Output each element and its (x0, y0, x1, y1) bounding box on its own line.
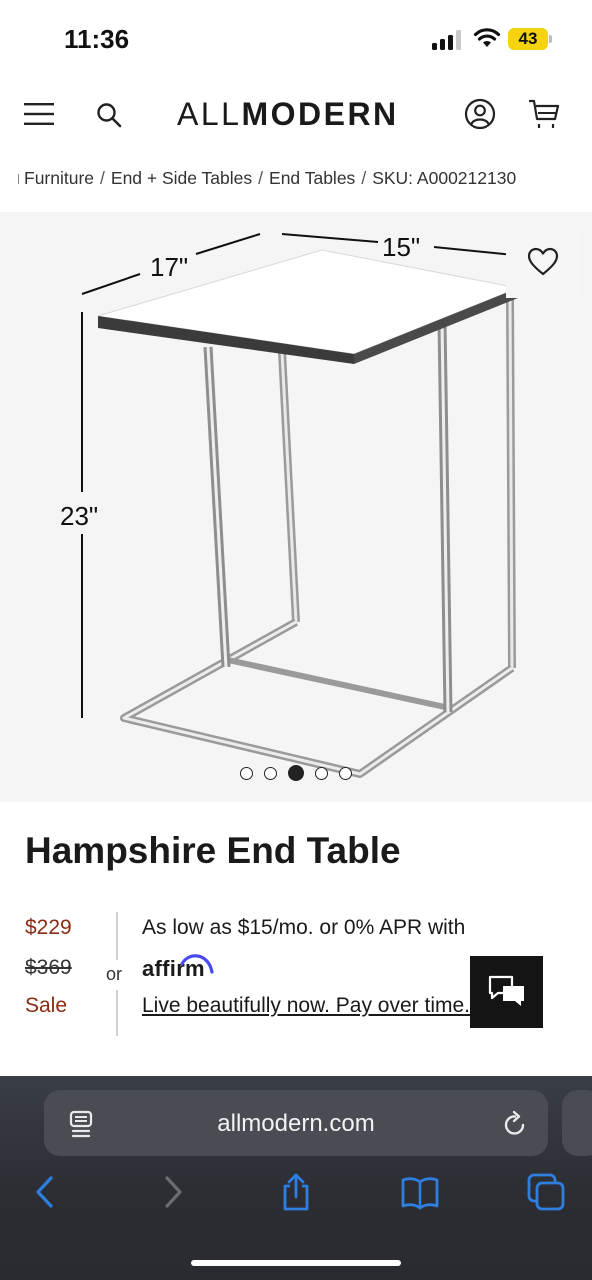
menu-icon[interactable] (24, 102, 54, 126)
product-title: Hampshire End Table (25, 830, 401, 871)
heart-icon (527, 247, 559, 276)
carousel-dot[interactable] (264, 766, 277, 780)
back-icon[interactable] (26, 1172, 66, 1212)
carousel-dots (240, 764, 352, 782)
original-price: $369 (25, 956, 72, 979)
sale-price: $229 (25, 916, 72, 939)
home-indicator (191, 1260, 401, 1266)
affirm-arc-icon (180, 954, 214, 974)
battery-indicator: 43 (508, 28, 552, 50)
account-icon[interactable] (464, 98, 496, 130)
carousel-dot[interactable] (315, 766, 328, 780)
breadcrumb-separator: / (100, 168, 105, 188)
url-text: allmodern.com (217, 1110, 375, 1137)
favorite-button[interactable] (506, 226, 580, 298)
status-bar: 11:36 43 (0, 0, 592, 80)
carousel-dot[interactable] (339, 766, 352, 780)
breadcrumb-item-sku: SKU: A000212130 (372, 168, 517, 188)
carousel-dot[interactable] (240, 766, 253, 780)
dimension-depth-label: 15" (382, 232, 420, 262)
battery-percent: 43 (518, 29, 538, 48)
logo-bold-text: MODERN (241, 96, 399, 132)
address-bar[interactable]: allmodern.com (44, 1090, 548, 1156)
site-logo[interactable]: ALLMODERN (177, 96, 399, 133)
breadcrumb: Furniture / End + Side Tables / End Tables / S… (18, 168, 592, 192)
breadcrumb-overflow-mark (18, 174, 19, 185)
price-block: $229 $369 Sale (25, 916, 115, 1018)
next-tab-peek[interactable] (562, 1090, 592, 1156)
cellular-signal-icon (432, 30, 461, 50)
share-icon[interactable] (276, 1172, 316, 1212)
breadcrumb-separator: / (258, 168, 264, 188)
breadcrumb-item-end-side-tables[interactable]: End + Side Tables (111, 168, 252, 188)
breadcrumb-separator: / (361, 168, 367, 188)
divider-top (116, 912, 118, 960)
reload-icon[interactable] (502, 1110, 528, 1138)
tabs-icon[interactable] (526, 1172, 566, 1212)
status-time: 11:36 (64, 24, 130, 54)
financing-text: As low as $15/mo. or 0% APR with (142, 916, 466, 939)
wifi-icon (473, 28, 501, 47)
breadcrumb-item-end-tables[interactable]: End Tables (269, 168, 355, 188)
browser-toolbar (0, 1172, 592, 1222)
chat-icon (488, 975, 524, 1006)
or-label: or (106, 964, 123, 984)
dimension-width-label: 17" (150, 252, 188, 282)
chat-button[interactable] (470, 956, 543, 1028)
browser-chrome: allmodern.com (0, 1076, 592, 1280)
divider-bottom (116, 990, 118, 1036)
carousel-dot-active[interactable] (288, 765, 304, 781)
search-icon[interactable] (96, 102, 122, 128)
product-image: 17" 15" 23" (60, 232, 525, 778)
logo-light-text: ALL (177, 96, 242, 132)
battery-cap (549, 35, 552, 43)
financing-link[interactable]: Live beautifully now. Pay over time. (142, 994, 472, 1018)
breadcrumb-item-furniture[interactable]: Furniture (24, 168, 94, 188)
sale-label: Sale (25, 994, 68, 1017)
cart-icon[interactable] (527, 98, 561, 130)
bookmarks-icon[interactable] (400, 1172, 440, 1212)
site-header: ALLMODERN (0, 84, 592, 148)
product-image-gallery[interactable]: 17" 15" 23" (0, 212, 592, 802)
forward-icon[interactable] (152, 1172, 192, 1212)
dimension-height-label: 23" (60, 501, 98, 531)
